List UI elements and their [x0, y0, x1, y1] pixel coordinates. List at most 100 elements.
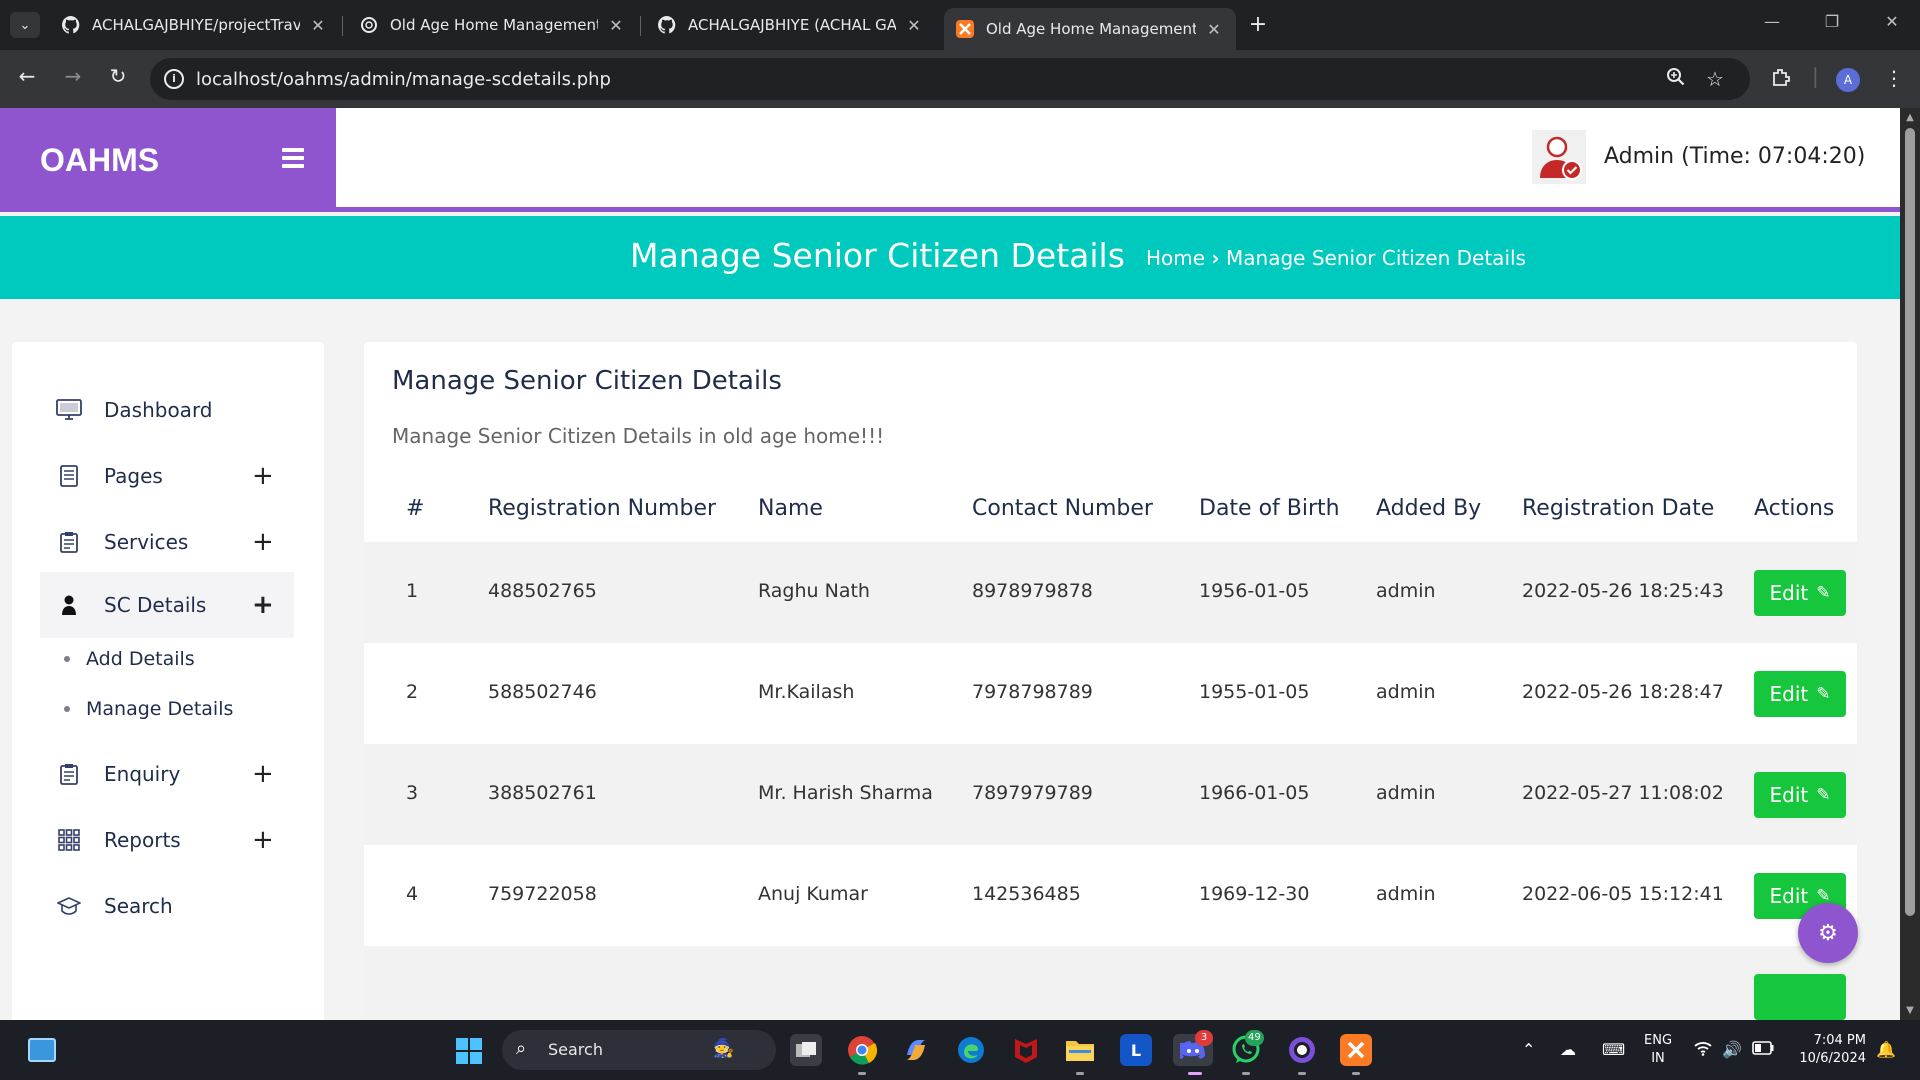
xampp-icon: [956, 20, 974, 38]
close-tab-icon[interactable]: ✕: [308, 16, 328, 35]
tab-github-travelling[interactable]: ACHALGAJBHIYE/projectTravelling ✕: [50, 8, 340, 42]
keyboard-layout-icon[interactable]: ⌨: [1602, 1040, 1625, 1059]
address-bar[interactable]: i localhost/oahms/admin/manage-scdetails…: [150, 58, 1750, 100]
expand-plus-icon[interactable]: +: [252, 529, 274, 555]
sidebar-sub-label: Add Details: [86, 648, 195, 670]
breadcrumb-home-link[interactable]: Home: [1146, 246, 1205, 270]
notification-bell-icon[interactable]: 🔔: [1876, 1040, 1896, 1059]
search-highlight-icon: 🧙: [712, 1038, 735, 1059]
widgets-icon[interactable]: [28, 1038, 56, 1062]
edit-button[interactable]: [1754, 974, 1846, 1020]
site-info-icon[interactable]: i: [164, 69, 184, 89]
hamburger-menu-icon[interactable]: [282, 148, 304, 172]
chrome-icon[interactable]: [846, 1034, 878, 1066]
file-explorer-icon[interactable]: [1064, 1034, 1096, 1066]
wifi-icon[interactable]: [1694, 1040, 1712, 1060]
expand-plus-icon[interactable]: +: [252, 761, 274, 787]
zoom-icon[interactable]: [1666, 67, 1686, 92]
edit-pen-icon: ✎: [1816, 785, 1831, 805]
extensions-icon[interactable]: [1770, 66, 1792, 93]
person-icon: [54, 595, 84, 615]
sidebar-item-label: Search: [104, 894, 173, 918]
banner-title: Manage Senior Citizen Details: [630, 236, 1125, 275]
taskbar-search-box[interactable]: ⌕ Search 🧙: [502, 1030, 776, 1070]
browser-tab-bar: ⌄ ACHALGAJBHIYE/projectTravelling ✕ Old …: [0, 0, 1920, 50]
table-row: 3 388502761 Mr. Harish Sharma 7897979789…: [364, 744, 1857, 845]
admin-avatar-icon[interactable]: [1532, 130, 1586, 184]
scrollbar-thumb[interactable]: [1905, 128, 1915, 916]
edit-button[interactable]: Edit ✎: [1754, 772, 1846, 818]
brand-logo[interactable]: OAHMS: [40, 142, 159, 179]
settings-fab-gear-icon[interactable]: ⚙: [1798, 903, 1858, 963]
close-tab-icon[interactable]: ✕: [904, 16, 924, 35]
profile-avatar[interactable]: A: [1836, 68, 1860, 92]
tab-old-age-home[interactable]: Old Age Home Management ✕: [348, 8, 638, 42]
new-tab-button[interactable]: +: [1245, 12, 1271, 37]
sidebar-item-enquiry[interactable]: Enquiry +: [40, 744, 294, 804]
sidebar-item-reports[interactable]: Reports +: [40, 810, 294, 870]
windows-start-icon[interactable]: [456, 1038, 482, 1064]
admin-time-label[interactable]: Admin (Time: 07:04:20): [1604, 144, 1865, 169]
sidebar-item-sc-details[interactable]: SC Details +: [40, 572, 294, 638]
sidebar-item-search[interactable]: Search: [40, 876, 294, 936]
edit-button[interactable]: Edit ✎: [1754, 671, 1846, 717]
cell-contact: 7978798789: [972, 681, 1093, 703]
table-row: 1 488502765 Raghu Nath 8978979878 1956-0…: [364, 542, 1857, 643]
copilot-icon[interactable]: [900, 1034, 932, 1066]
page-viewport: OAHMS Admin (Time: 07:04:20) Manage Seni…: [0, 108, 1900, 1020]
cell-name: Mr.Kailash: [758, 681, 855, 703]
github-desktop-icon[interactable]: [1286, 1034, 1318, 1066]
onedrive-icon[interactable]: ☁: [1560, 1040, 1576, 1059]
restore-icon[interactable]: ❐: [1812, 12, 1852, 31]
edge-icon[interactable]: [955, 1034, 987, 1066]
edit-label: Edit: [1769, 682, 1809, 706]
tab-title: Old Age Home Management System: [986, 20, 1196, 38]
browser-toolbar: ← → ↻ i localhost/oahms/admin/manage-scd…: [0, 50, 1920, 108]
sidebar-item-pages[interactable]: Pages +: [40, 446, 294, 506]
task-view-icon[interactable]: [790, 1034, 822, 1066]
cell-reg-date: 2022-05-27 11:08:02: [1522, 782, 1724, 804]
xampp-icon[interactable]: [1340, 1034, 1372, 1066]
minimize-icon[interactable]: —: [1752, 12, 1792, 31]
tray-chevron-up-icon[interactable]: ⌃: [1522, 1040, 1535, 1059]
edit-pen-icon: ✎: [1816, 583, 1831, 603]
mcafee-icon[interactable]: [1010, 1034, 1042, 1066]
sidebar-sub-manage-details[interactable]: Manage Details: [64, 698, 233, 720]
sidebar-item-services[interactable]: Services +: [40, 512, 294, 572]
sidebar-item-label: SC Details: [104, 593, 207, 617]
expand-plus-icon[interactable]: +: [252, 827, 274, 853]
edit-button[interactable]: Edit ✎: [1754, 570, 1846, 616]
cell-added-by: admin: [1376, 883, 1436, 905]
expand-plus-icon[interactable]: +: [252, 592, 274, 618]
scroll-down-icon[interactable]: ▼: [1900, 1005, 1920, 1016]
back-icon[interactable]: ←: [12, 64, 42, 88]
scroll-up-icon[interactable]: ▲: [1900, 112, 1920, 123]
page-scrollbar[interactable]: ▲ ▼: [1900, 108, 1920, 1020]
url-text[interactable]: localhost/oahms/admin/manage-scdetails.p…: [196, 69, 611, 90]
tab-oahms-active[interactable]: Old Age Home Management System ✕: [944, 8, 1236, 50]
close-tab-icon[interactable]: ✕: [1204, 20, 1224, 39]
bookmark-star-icon[interactable]: ☆: [1706, 67, 1724, 91]
system-clock[interactable]: 7:04 PM 10/6/2024: [1796, 1032, 1866, 1068]
clipboard-icon: [54, 531, 84, 553]
breadcrumb: Home › Manage Senior Citizen Details: [1146, 246, 1526, 270]
tab-search-dropdown-icon[interactable]: ⌄: [10, 12, 40, 38]
forward-icon[interactable]: →: [58, 64, 88, 88]
expand-plus-icon[interactable]: +: [252, 463, 274, 489]
language-indicator[interactable]: ENG IN: [1644, 1032, 1672, 1068]
reload-icon[interactable]: ↻: [103, 64, 133, 88]
tab-github-profile[interactable]: ACHALGAJBHIYE (ACHAL GAJBHIYE) ✕: [646, 8, 936, 42]
close-window-icon[interactable]: ✕: [1872, 12, 1912, 31]
tab-title: Old Age Home Management: [390, 16, 598, 34]
battery-icon[interactable]: [1752, 1040, 1774, 1059]
close-tab-icon[interactable]: ✕: [606, 16, 626, 35]
sidebar-sub-add-details[interactable]: Add Details: [64, 648, 195, 670]
content-subtitle: Manage Senior Citizen Details in old age…: [392, 424, 885, 448]
volume-icon[interactable]: 🔊: [1722, 1040, 1742, 1059]
cell-dob: 1955-01-05: [1199, 681, 1310, 703]
cell-dob: 1969-12-30: [1199, 883, 1310, 905]
more-menu-icon[interactable]: ⋮: [1884, 66, 1904, 90]
cell-added-by: admin: [1376, 681, 1436, 703]
sidebar-item-dashboard[interactable]: Dashboard: [40, 380, 294, 440]
l-app-icon[interactable]: L: [1120, 1034, 1152, 1066]
